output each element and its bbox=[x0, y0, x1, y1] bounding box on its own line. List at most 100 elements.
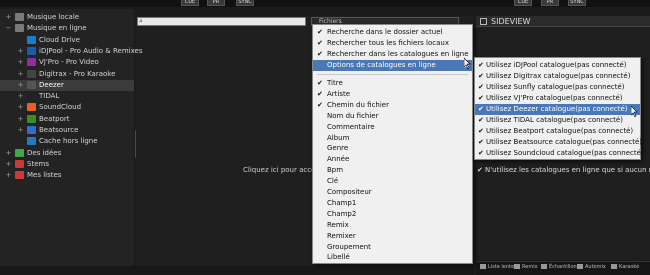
menu-item-field[interactable]: ✔ Artiste bbox=[313, 89, 472, 100]
submenu-item-label: Utilisez TIDAL catalogue(pas connecté) bbox=[486, 116, 623, 124]
menu-item-field[interactable]: Champ1 bbox=[313, 198, 472, 209]
tree-item-mes-listes[interactable]: + Mes listes bbox=[0, 170, 134, 181]
tree-item-label: Musique en ligne bbox=[27, 24, 87, 33]
sync-button-right[interactable]: SYNC bbox=[568, 0, 586, 6]
tree-item-label: Cloud Drive bbox=[39, 35, 80, 44]
check-icon: ✔ bbox=[317, 100, 323, 109]
tree-item-deezer[interactable]: + Deezer bbox=[0, 79, 134, 91]
deezer-icon bbox=[27, 80, 36, 89]
pr-button-right[interactable]: PR bbox=[541, 0, 559, 6]
offline-catalog-label: N'utilisez les catalogues en ligne que s… bbox=[485, 166, 650, 174]
tree-item-label: Des idées bbox=[27, 148, 62, 157]
toolbar-button-remix[interactable]: Remix bbox=[514, 264, 538, 271]
submenu-item-catalog[interactable]: ✔ Utilisez Soundcloud catalogue(pas conne… bbox=[475, 148, 644, 159]
menu-item-field[interactable]: Groupement bbox=[313, 242, 472, 253]
menu-item-search-option[interactable]: ✔ Rechercher tous les fichiers locaux bbox=[313, 38, 472, 49]
submenu-item-label: Utilisez Beatsource catalogue(pas connec… bbox=[486, 138, 643, 146]
expander-icon[interactable]: + bbox=[17, 58, 24, 67]
tree-item-beatport[interactable]: + Beatport bbox=[0, 114, 134, 125]
expander-icon[interactable]: + bbox=[17, 92, 24, 101]
menu-item-field[interactable]: ✔ Chemin du fichier bbox=[313, 100, 472, 111]
tree-item-cache-hors-ligne[interactable]: Cache hors ligne bbox=[0, 136, 134, 147]
tree-item-soundcloud[interactable]: + SoundCloud bbox=[0, 102, 134, 113]
submenu-item-catalog[interactable]: ✔ Utilisez Beatsource catalogue(pas conne… bbox=[475, 137, 643, 148]
menu-item-search-option[interactable]: ✔ Recherche dans le dossier actuel bbox=[313, 27, 472, 38]
toolbar-button-list[interactable]: Liste lente bbox=[480, 264, 514, 271]
expander-icon[interactable]: + bbox=[17, 115, 24, 124]
empty-list-message[interactable]: Cliquez ici pour accéd bbox=[243, 166, 320, 174]
expander-icon[interactable]: − bbox=[5, 24, 12, 33]
submenu-item-catalog[interactable]: ✔ Utilisez TIDAL catalogue(pas connecté) bbox=[475, 115, 640, 126]
check-icon: ✔ bbox=[477, 166, 483, 174]
expander-icon[interactable]: + bbox=[5, 13, 12, 22]
submenu-item-catalog[interactable]: ✔ Utilisez Digitrax catalogue(pas connect… bbox=[475, 71, 640, 82]
menu-item-label: Artiste bbox=[327, 89, 351, 98]
menu-item-label: Remixer bbox=[327, 231, 356, 240]
tree-item-tidal[interactable]: + TIDAL bbox=[0, 91, 134, 102]
expander-icon[interactable]: + bbox=[17, 47, 24, 56]
tree-item-beatsource[interactable]: + Beatsource bbox=[0, 125, 134, 136]
menu-item-label: Champ1 bbox=[327, 198, 357, 207]
menu-item-field[interactable]: Année bbox=[313, 154, 472, 165]
toolbar-button-karaoke[interactable]: Karaoké bbox=[611, 264, 639, 271]
list-icon bbox=[480, 264, 486, 269]
submenu-item-catalog[interactable]: ✔ Utilisez Beatport catalogue(pas connect… bbox=[475, 126, 640, 137]
submenu-item-label: Utilisez Soundcloud catalogue(pas connec… bbox=[486, 149, 644, 157]
karaoke-icon bbox=[611, 264, 617, 269]
menu-item-field[interactable]: Bpm bbox=[313, 165, 472, 176]
submenu-item-catalog[interactable]: ✔ Utilisez Sunfly catalogue(pas connecté) bbox=[475, 82, 640, 93]
automix-icon bbox=[577, 264, 583, 269]
toolbar-button-label: Remix bbox=[522, 264, 538, 270]
pr-button-left[interactable]: PR bbox=[207, 0, 225, 6]
menu-item-field[interactable]: Genre bbox=[313, 143, 472, 154]
search-options-menu: ✔ Recherche dans le dossier actuel ✔ Recher… bbox=[312, 24, 473, 264]
tree-item-label: Deezer bbox=[39, 80, 64, 89]
submenu-item-catalog[interactable]: ✔ Utilisez iDJPool catalogue(pas connecté… bbox=[475, 60, 640, 71]
menu-item-search-option[interactable]: Options de catalogues en ligne▶ bbox=[313, 60, 472, 71]
toolbar-button-automix[interactable]: Automix bbox=[577, 264, 606, 271]
toolbar-button-label: Liste lente bbox=[488, 264, 515, 270]
submenu-item-catalog[interactable]: ✔ Utilisez VJ'Pro catalogue(pas connecté) bbox=[475, 93, 640, 104]
tree-item-vj-pro-pro-video[interactable]: + VJ'Pro - Pro Video bbox=[0, 57, 134, 68]
menu-item-field[interactable]: Nom du fichier bbox=[313, 111, 472, 122]
menu-item-field[interactable]: Album bbox=[313, 133, 472, 144]
menu-item-field[interactable]: Remix bbox=[313, 220, 472, 231]
toolbar-button-label: Karaoké bbox=[619, 264, 640, 270]
toolbar-button-sampler[interactable]: Échantillon bbox=[541, 264, 577, 271]
tree-item-des-id-es[interactable]: + Des idées bbox=[0, 148, 134, 159]
sideview-icon bbox=[480, 18, 487, 25]
tree-item-stems[interactable]: + Stems bbox=[0, 159, 134, 170]
cue-button-left[interactable]: CUE bbox=[181, 0, 199, 6]
expander-icon[interactable]: + bbox=[17, 81, 24, 90]
tree-item-label: TIDAL bbox=[39, 92, 60, 101]
tree-item-digitrax-pro-karaoke[interactable]: + Digitrax - Pro Karaoke bbox=[0, 69, 134, 80]
cloud-icon bbox=[27, 35, 36, 44]
tree-item-musique-locale[interactable]: + Musique locale bbox=[0, 12, 134, 23]
expander-icon[interactable]: + bbox=[5, 160, 12, 169]
menu-item-field[interactable]: Remixer bbox=[313, 231, 472, 242]
expander-icon[interactable]: + bbox=[17, 70, 24, 79]
menu-item-field[interactable]: Libellé bbox=[313, 252, 472, 263]
menu-item-field[interactable]: Commentaire bbox=[313, 122, 472, 133]
menu-item-search-option[interactable]: ✔ Rechercher dans les catalogues en ligne bbox=[313, 49, 472, 60]
expander-icon[interactable]: + bbox=[17, 126, 24, 135]
menu-item-field[interactable]: Compositeur bbox=[313, 187, 472, 198]
submenu-item-label: Utilisez Deezer catalogue(pas connecté) bbox=[486, 105, 628, 113]
expander-icon[interactable]: + bbox=[5, 171, 12, 180]
tree-item-label: Beatsource bbox=[39, 126, 79, 134]
menu-item-label: Libellé bbox=[327, 253, 350, 262]
sync-button-left[interactable]: SYNC bbox=[236, 0, 254, 6]
search-input[interactable] bbox=[137, 17, 306, 26]
menu-item-field[interactable]: Champ2 bbox=[313, 209, 472, 220]
tree-item-cloud-drive[interactable]: Cloud Drive bbox=[0, 35, 134, 46]
sideview-title: SIDEVIEW bbox=[491, 17, 531, 26]
submenu-item-catalog[interactable]: ✔ Utilisez Deezer catalogue(pas connecté) bbox=[475, 104, 640, 115]
tree-item-idjpool-pro-audio-remixes[interactable]: + iDJPool - Pro Audio & Remixes bbox=[0, 46, 143, 57]
tree-item-label: Beatport bbox=[39, 114, 70, 123]
expander-icon[interactable]: + bbox=[17, 103, 24, 112]
expander-icon[interactable]: + bbox=[5, 149, 12, 158]
menu-item-field[interactable]: Clé bbox=[313, 176, 472, 187]
menu-item-field[interactable]: ✔ Titre bbox=[313, 78, 472, 89]
cue-button-right[interactable]: CUE bbox=[514, 0, 532, 6]
tree-item-musique-en-ligne[interactable]: − Musique en ligne bbox=[0, 23, 134, 34]
